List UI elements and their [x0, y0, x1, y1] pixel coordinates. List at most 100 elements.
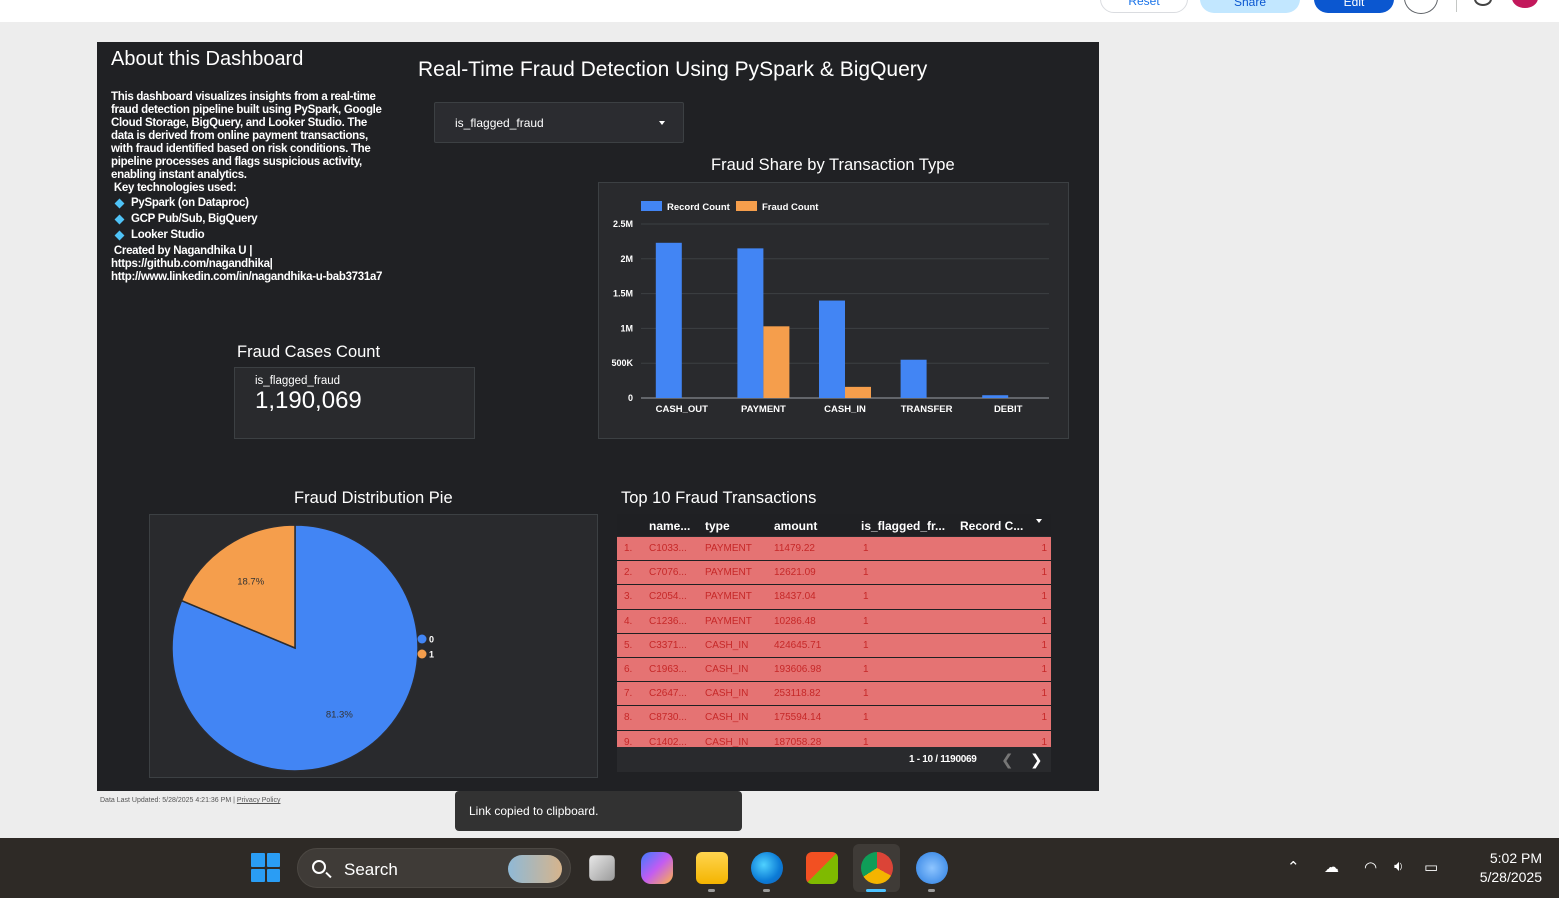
table-cell-name: C1236...: [649, 615, 687, 627]
table-cell-name: C3371...: [649, 639, 687, 651]
wifi-icon[interactable]: ◠: [1364, 858, 1377, 876]
toolbar-divider: [1456, 0, 1457, 12]
table-cell-amount: 12621.09: [774, 567, 816, 579]
task-view-icon[interactable]: [589, 855, 615, 881]
more-options-button[interactable]: [1404, 0, 1438, 14]
diamond-bullet-icon: [114, 198, 125, 209]
tech-item: Looker Studio: [111, 229, 391, 242]
table-cell-flag: 1: [863, 663, 869, 675]
legend-dot: [417, 634, 427, 644]
copilot-icon[interactable]: [641, 852, 673, 884]
bar-chart: 0 500K 1M 1.5M 2M 2.5M CASH_OUT PAYMENT CASH_IN T…: [611, 201, 1049, 415]
bar-fraud-count: [763, 326, 790, 398]
paint-icon[interactable]: [916, 852, 948, 884]
caret-down-icon: [659, 121, 665, 125]
table-row[interactable]: 1. C1033... PAYMENT 11479.22 1 1: [617, 537, 1051, 562]
y-tick-label: 1.5M: [613, 289, 633, 299]
help-icon[interactable]: [1474, 0, 1492, 6]
table-cell-count: 1: [1041, 639, 1047, 651]
table-row[interactable]: 5. C3371... CASH_IN 424645.71 1 1: [617, 633, 1051, 658]
table-cell-name: C1963...: [649, 663, 687, 675]
table-cell-flag: 1: [863, 615, 869, 627]
edit-button[interactable]: Edit: [1314, 0, 1394, 13]
tech-item-label: Looker Studio: [131, 229, 205, 241]
table-row[interactable]: 3. C2054... PAYMENT 18437.04 1 1: [617, 585, 1051, 610]
store-icon[interactable]: [806, 852, 838, 884]
table-cell-count: 1: [1041, 543, 1047, 554]
y-tick-label: 1M: [620, 323, 633, 333]
table-cell-count: 1: [1041, 712, 1047, 724]
fraud-filter-dropdown[interactable]: is_flagged_fraud: [434, 102, 684, 143]
pie-chart-panel: 81.3% 18.7% 0 1: [149, 514, 598, 778]
table-cell-amount: 187058.28: [774, 736, 822, 748]
table-cell-idx: 6.: [624, 663, 633, 675]
table-header: name... type amount is_flagged_fr... Rec…: [617, 514, 1051, 536]
bar-chart-panel: 0 500K 1M 1.5M 2M 2.5M CASH_OUT PAYMENT CASH_IN T…: [598, 182, 1069, 439]
table-row[interactable]: 2. C7076... PAYMENT 12621.09 1 1: [617, 561, 1051, 586]
system-clock[interactable]: 5:02 PM 5/28/2025: [1458, 849, 1542, 887]
chevron-left-icon[interactable]: ❮: [1001, 751, 1014, 769]
bar-record-count: [900, 359, 927, 398]
bar-chart-title: Fraud Share by Transaction Type: [711, 156, 955, 174]
table-row[interactable]: 9. C1402... CASH_IN 187058.28 1 1: [617, 730, 1051, 748]
share-button[interactable]: Share: [1200, 0, 1300, 13]
column-header[interactable]: name...: [649, 519, 690, 533]
table-row[interactable]: 4. C1236... PAYMENT 10286.48 1 1: [617, 609, 1051, 634]
table-cell-type: CASH_IN: [705, 712, 749, 724]
taskbar: Search ⌃ ☁ ◠ 🔉︎ ▭ 5:02 PM 5/28/2025: [0, 838, 1559, 898]
chevron-up-icon[interactable]: ⌃: [1287, 858, 1300, 876]
table-cell-idx: 5.: [624, 639, 633, 651]
chevron-right-icon[interactable]: ❯: [1030, 751, 1043, 769]
github-link[interactable]: https://github.com/nagandhika|: [111, 258, 391, 271]
linkedin-link[interactable]: http://www.linkedin.com/in/nagandhika-u-…: [111, 271, 391, 284]
y-tick-label: 2M: [620, 254, 633, 264]
table-cell-count: 1: [1041, 736, 1047, 748]
legend-dot: [417, 649, 427, 659]
column-header[interactable]: is_flagged_fr...: [861, 519, 945, 533]
dashboard-canvas: About this Dashboard This dashboard visu…: [97, 42, 1099, 791]
bar-record-count: [655, 242, 682, 398]
table-cell-name: C7076...: [649, 567, 687, 579]
running-indicator: [708, 889, 715, 892]
sort-desc-icon[interactable]: [1036, 519, 1042, 523]
edge-icon[interactable]: [751, 852, 783, 884]
windows-start-icon[interactable]: [251, 853, 280, 882]
onedrive-cloud-icon[interactable]: ☁: [1324, 858, 1339, 876]
column-header[interactable]: Record C...: [960, 519, 1023, 533]
report-toolbar: Reset Share Edit: [0, 0, 1559, 22]
privacy-policy-link[interactable]: Privacy Policy: [237, 797, 281, 804]
chrome-icon[interactable]: [861, 852, 893, 884]
file-explorer-icon[interactable]: [696, 852, 728, 884]
table-cell-amount: 175594.14: [774, 712, 822, 724]
table-cell-amount: 10286.48: [774, 615, 816, 627]
battery-icon[interactable]: ▭: [1424, 858, 1438, 876]
table-cell-flag: 1: [863, 688, 869, 700]
table-row[interactable]: 8. C8730... CASH_IN 175594.14 1 1: [617, 706, 1051, 731]
tech-item: PySpark (on Dataproc): [111, 197, 391, 210]
reset-button[interactable]: Reset: [1100, 0, 1188, 13]
volume-icon[interactable]: 🔉︎: [1394, 858, 1403, 875]
scorecard: is_flagged_fraud 1,190,069: [234, 367, 475, 439]
column-header[interactable]: type: [705, 519, 730, 533]
column-header[interactable]: amount: [774, 519, 817, 533]
scorecard-metric-label: is_flagged_fraud: [255, 375, 341, 387]
table-cell-idx: 9.: [624, 736, 633, 748]
toast-notification: Link copied to clipboard.: [455, 791, 742, 831]
table-row[interactable]: 7. C2647... CASH_IN 253118.82 1 1: [617, 682, 1051, 707]
table-cell-idx: 1.: [624, 543, 633, 554]
legend-label: 0: [429, 635, 434, 645]
table-cell-amount: 253118.82: [774, 688, 821, 700]
tech-item-label: GCP Pub/Sub, BigQuery: [131, 213, 258, 225]
bar-record-count: [819, 300, 845, 398]
bar-fraud-count: [845, 386, 871, 398]
table-cell-name: C1402...: [649, 736, 687, 748]
x-tick-label: TRANSFER: [901, 404, 953, 415]
table-row[interactable]: 6. C1963... CASH_IN 193606.98 1 1: [617, 657, 1051, 683]
avatar[interactable]: [1512, 0, 1538, 8]
table-cell-count: 1: [1041, 688, 1047, 700]
taskbar-search[interactable]: Search: [297, 848, 571, 888]
pie-chart-title: Fraud Distribution Pie: [294, 489, 453, 507]
table-body: 1. C1033... PAYMENT 11479.22 1 1 2. C7076... PAY…: [617, 537, 1051, 747]
table-cell-count: 1: [1041, 591, 1047, 603]
bar-record-count: [982, 395, 1009, 398]
